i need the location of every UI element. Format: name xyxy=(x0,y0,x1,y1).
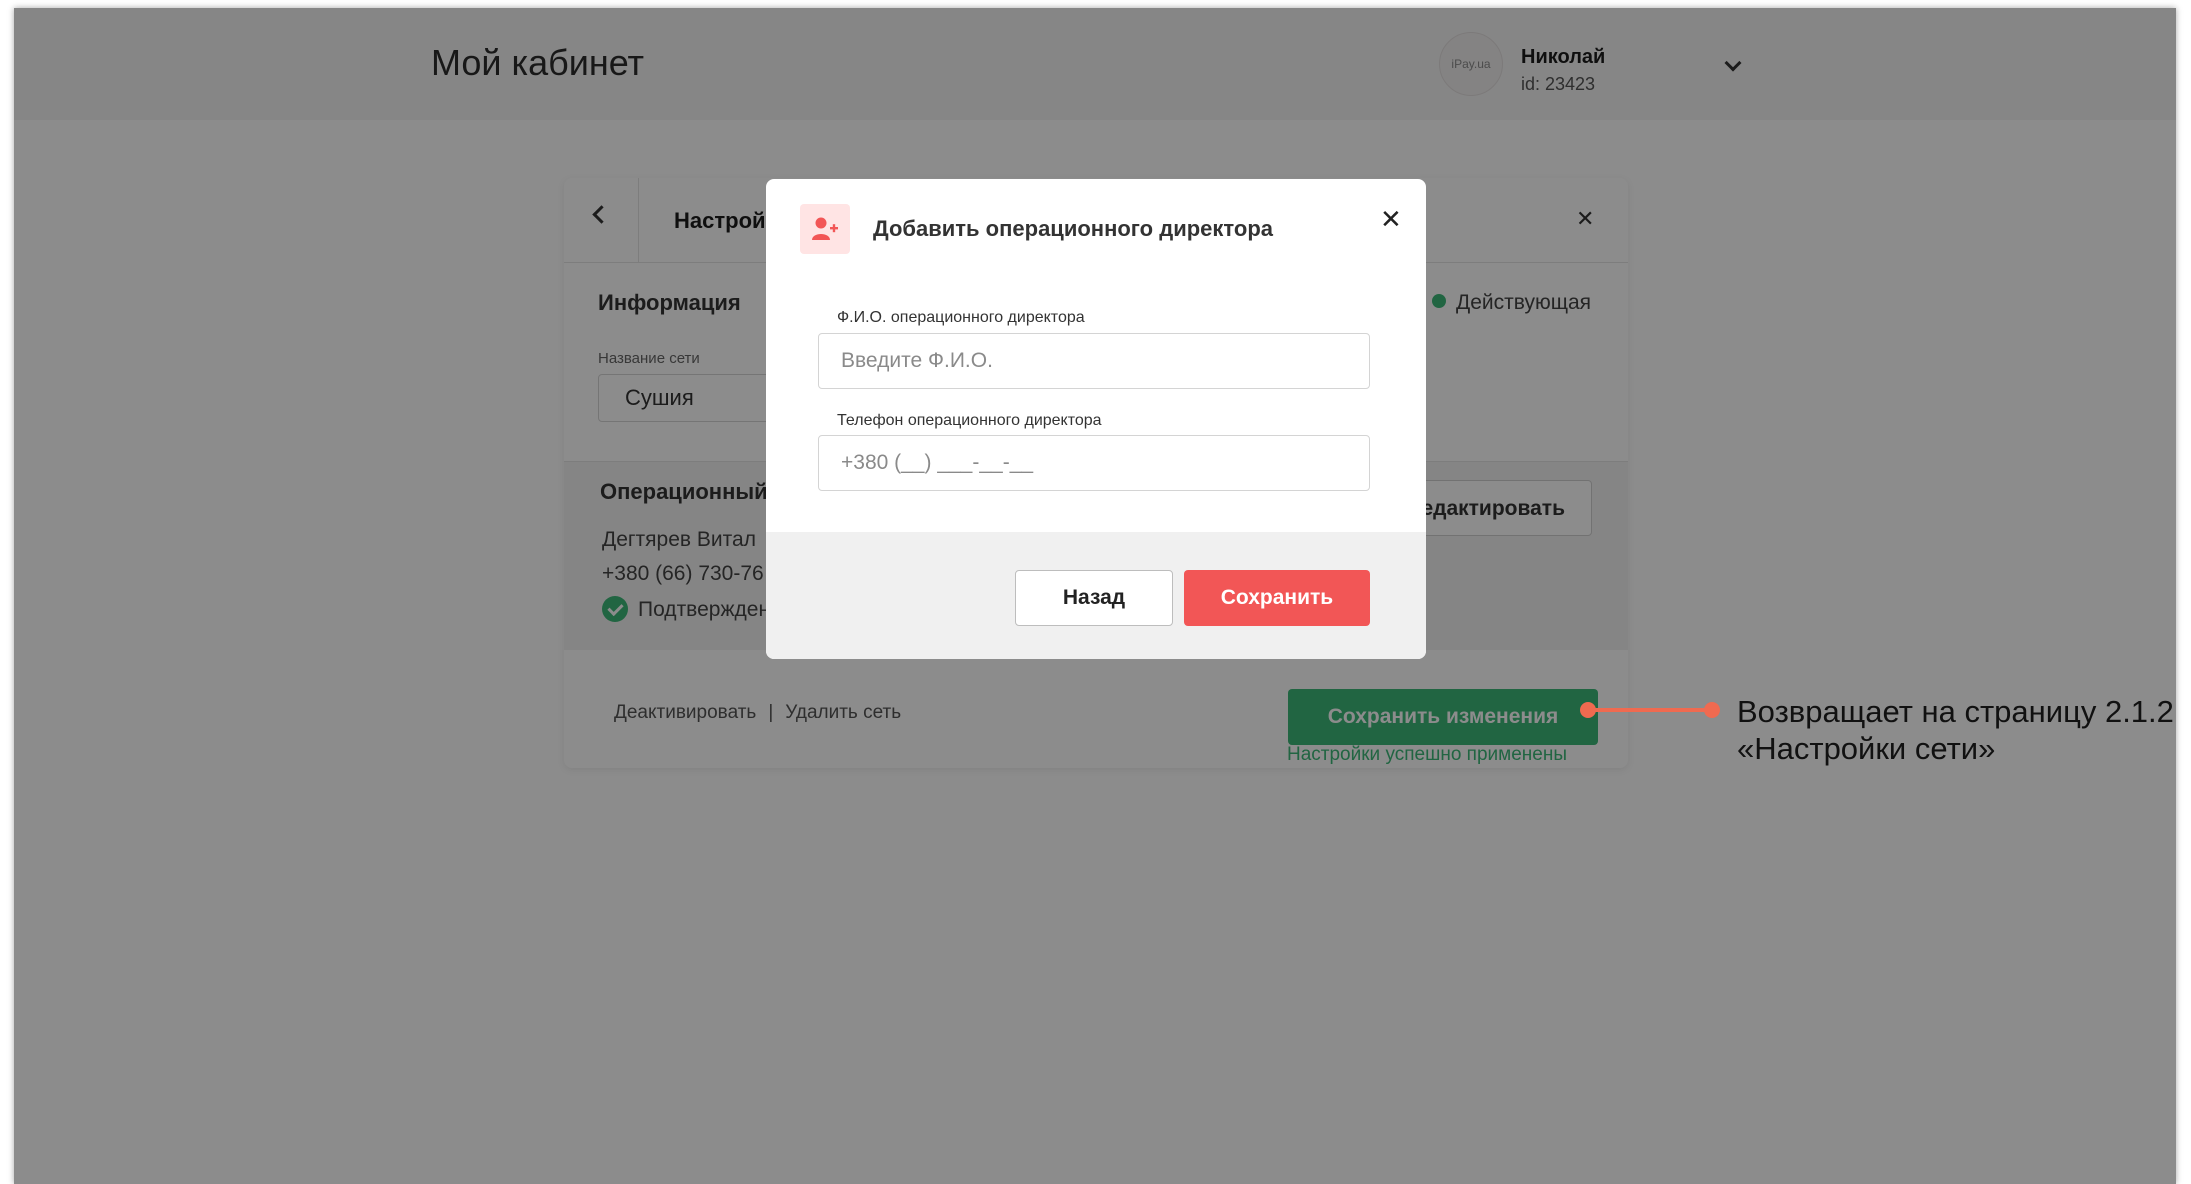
phone-input[interactable] xyxy=(818,435,1370,491)
modal-title: Добавить операционного директора xyxy=(873,216,1273,241)
annotation-dot xyxy=(1704,702,1720,718)
close-icon[interactable]: ✕ xyxy=(1380,204,1402,235)
annotation-line xyxy=(1590,708,1712,712)
add-user-icon xyxy=(800,204,850,254)
phone-field-label: Телефон операционного директора xyxy=(837,412,1102,429)
save-button[interactable]: Сохранить xyxy=(1184,570,1370,626)
add-director-modal: Добавить операционного директора ✕ Ф.И.О… xyxy=(766,179,1426,659)
app-window: Мой кабинет iPay.ua Николай id: 23423 На… xyxy=(14,8,2176,1184)
back-button[interactable]: Назад xyxy=(1015,570,1173,626)
name-field-label: Ф.И.О. операционного директора xyxy=(837,309,1085,326)
modal-footer: Назад Сохранить xyxy=(766,532,1426,659)
annotation-line-1: Возвращает на страницу 2.1.2 xyxy=(1737,694,2174,729)
name-input[interactable] xyxy=(818,333,1370,389)
annotation-dot xyxy=(1580,702,1596,718)
annotation-text: Возвращает на страницу 2.1.2 «Настройки … xyxy=(1737,693,2174,767)
annotation-line-2: «Настройки сети» xyxy=(1737,731,1996,766)
